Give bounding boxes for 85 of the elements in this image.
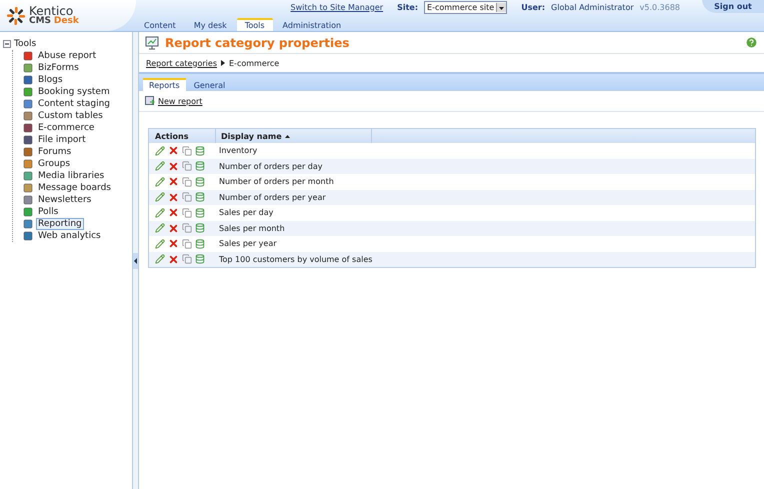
tree-item[interactable]: BizForms — [36, 62, 81, 74]
caret-icon — [496, 2, 506, 12]
copy-icon[interactable] — [182, 176, 192, 187]
breadcrumb-arrow-icon — [221, 60, 225, 66]
edit-icon[interactable] — [155, 161, 165, 172]
database-icon[interactable] — [195, 223, 205, 234]
edit-icon[interactable] — [155, 176, 165, 187]
tree-item[interactable]: Groups — [36, 158, 72, 170]
database-icon[interactable] — [195, 208, 205, 218]
copy-icon[interactable] — [182, 208, 192, 218]
tree-item[interactable]: Message boards — [36, 182, 113, 194]
tree-item[interactable]: Media libraries — [36, 170, 106, 182]
tree-root[interactable]: Tools — [14, 39, 36, 49]
site-manager-link[interactable]: Switch to Site Manager — [290, 2, 384, 12]
logo-name: Kentico — [29, 5, 74, 17]
copy-icon[interactable] — [182, 238, 192, 249]
delete-icon[interactable] — [168, 192, 179, 203]
collapse-icon[interactable] — [3, 40, 11, 48]
site-label: Site: — [397, 2, 418, 12]
delete-icon[interactable] — [168, 238, 179, 250]
logo-product: CMS — [29, 16, 52, 26]
copy-icon[interactable] — [182, 192, 192, 202]
tree-item[interactable]: Forums — [36, 146, 74, 158]
tree-item[interactable]: File import — [36, 134, 88, 146]
user-label: User: — [521, 2, 546, 12]
main-tab[interactable]: My desk — [186, 18, 235, 31]
database-icon[interactable] — [195, 161, 205, 172]
delete-icon[interactable] — [168, 160, 179, 172]
version-text: v5.0.3688 — [640, 2, 680, 12]
database-icon[interactable] — [195, 254, 205, 264]
page-title: Report category properties — [165, 36, 350, 50]
report-name: Number of orders per month — [218, 177, 335, 186]
delete-icon[interactable] — [168, 176, 179, 188]
database-icon[interactable] — [195, 176, 205, 187]
tree-item[interactable]: Newsletters — [36, 194, 94, 206]
tree-item[interactable]: Polls — [36, 206, 60, 218]
user-name: Global Administrator — [551, 2, 634, 12]
copy-icon[interactable] — [182, 254, 192, 264]
copy-icon[interactable] — [182, 146, 192, 156]
main-tab[interactable]: Administration — [274, 18, 350, 31]
report-name: Inventory — [218, 146, 258, 156]
tree-item[interactable]: E-commerce — [36, 122, 96, 134]
sign-out-button[interactable]: Sign out — [702, 0, 764, 13]
edit-icon[interactable] — [155, 254, 165, 264]
edit-icon[interactable] — [155, 208, 165, 218]
edit-icon[interactable] — [155, 146, 165, 156]
report-name: Sales per day — [218, 208, 274, 218]
breadcrumb-link[interactable]: Report categories — [146, 58, 217, 68]
new-report-icon — [145, 96, 155, 106]
main-tab[interactable]: Tools — [236, 18, 273, 31]
delete-icon[interactable] — [168, 222, 179, 234]
logo-icon — [6, 6, 26, 26]
copy-icon[interactable] — [182, 223, 192, 234]
breadcrumb-current: E-commerce — [229, 58, 280, 68]
copy-icon[interactable] — [182, 161, 192, 172]
sub-tab[interactable]: General — [188, 78, 232, 91]
tree-item[interactable]: Custom tables — [36, 110, 105, 122]
edit-icon[interactable] — [155, 223, 165, 234]
edit-icon[interactable] — [155, 238, 165, 249]
tree-item[interactable]: Web analytics — [36, 230, 103, 242]
tree-item[interactable]: Abuse report — [36, 50, 98, 62]
delete-icon[interactable] — [168, 254, 179, 265]
edit-icon[interactable] — [155, 192, 165, 202]
report-name: Sales per year — [218, 239, 278, 248]
tree-item[interactable]: Content staging — [36, 98, 112, 110]
tree-item[interactable]: Blogs — [36, 74, 65, 86]
delete-icon[interactable] — [168, 145, 179, 156]
database-icon[interactable] — [195, 238, 205, 249]
report-name: Number of orders per day — [218, 162, 324, 171]
report-name: Sales per month — [218, 224, 286, 233]
report-name: Top 100 customers by volume of sales — [218, 254, 374, 264]
database-icon[interactable] — [195, 192, 205, 202]
help-icon[interactable] — [745, 36, 758, 49]
tree-item[interactable]: Booking system — [36, 86, 112, 98]
database-icon[interactable] — [195, 146, 205, 156]
site-select[interactable]: E-commerce site — [424, 0, 508, 14]
chart-board-icon — [145, 36, 159, 50]
logo-edition: Desk — [54, 16, 79, 26]
sort-arrow-icon — [284, 134, 290, 138]
tree-item[interactable]: Reporting — [36, 218, 84, 230]
main-tab[interactable]: Content — [136, 18, 184, 31]
delete-icon[interactable] — [168, 207, 179, 218]
report-name: Number of orders per year — [218, 192, 327, 202]
new-report-link[interactable]: New report — [158, 96, 202, 106]
sub-tab[interactable]: Reports — [143, 78, 186, 91]
